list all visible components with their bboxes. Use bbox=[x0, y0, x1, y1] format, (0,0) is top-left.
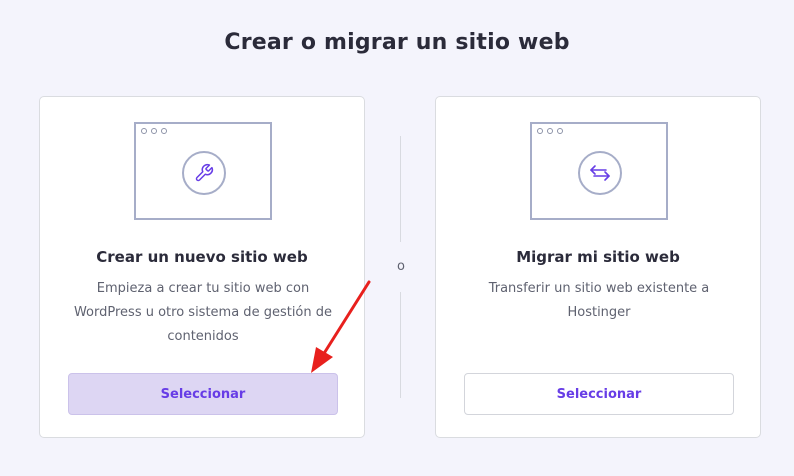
option-title: Crear un nuevo sitio web bbox=[96, 248, 308, 266]
browser-window-illustration bbox=[530, 122, 668, 220]
option-card-create[interactable]: Crear un nuevo sitio web Empieza a crear… bbox=[39, 96, 365, 438]
window-dot-icon bbox=[161, 128, 167, 134]
window-dots bbox=[141, 128, 167, 134]
transfer-arrows-icon bbox=[578, 151, 622, 195]
select-migrate-button[interactable]: Seleccionar bbox=[464, 373, 734, 415]
divider-label: o bbox=[397, 259, 405, 274]
window-dot-icon bbox=[151, 128, 157, 134]
window-dot-icon bbox=[537, 128, 543, 134]
option-title: Migrar mi sitio web bbox=[516, 248, 680, 266]
option-card-migrate[interactable]: Migrar mi sitio web Transferir un sitio … bbox=[435, 96, 761, 438]
window-dot-icon bbox=[141, 128, 147, 134]
window-dots bbox=[537, 128, 563, 134]
window-dot-icon bbox=[547, 128, 553, 134]
divider-line-bottom bbox=[400, 292, 401, 398]
window-dot-icon bbox=[557, 128, 563, 134]
divider-line-top bbox=[400, 136, 401, 242]
option-description: Transferir un sitio web existente a Host… bbox=[488, 281, 710, 320]
select-create-button[interactable]: Seleccionar bbox=[68, 373, 338, 415]
browser-window-illustration bbox=[134, 122, 272, 220]
option-description: Empieza a crear tu sitio web con WordPre… bbox=[73, 281, 333, 344]
page-title: Crear o migrar un sitio web bbox=[224, 30, 570, 55]
wrench-icon bbox=[182, 151, 226, 195]
